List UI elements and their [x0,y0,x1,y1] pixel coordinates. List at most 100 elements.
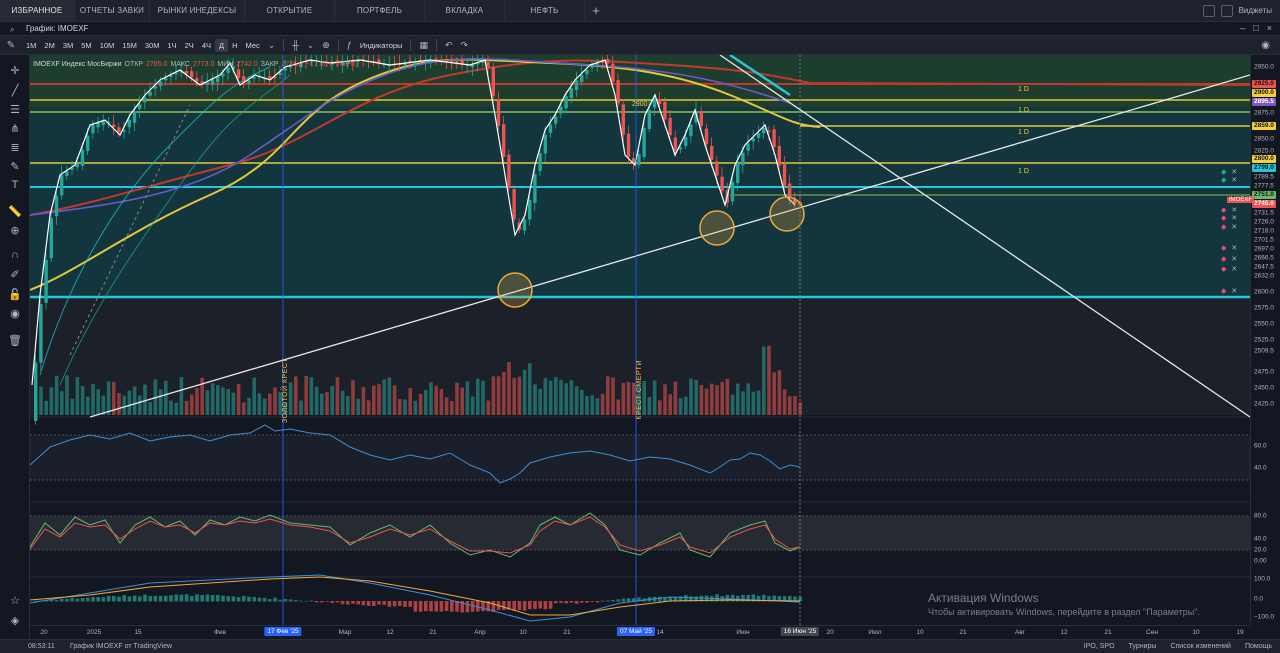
tab-tab[interactable]: Вкладка [425,0,505,21]
tf-5m[interactable]: 5М [77,39,95,52]
widgets-label[interactable]: Виджеты [1239,6,1272,15]
candle-body [585,69,589,75]
fib-icon[interactable]: ≣ [8,140,22,154]
text-icon[interactable]: T [8,178,22,192]
maximize-icon[interactable]: □ [1253,23,1258,33]
alert-row[interactable]: ◆ ✕ [1221,206,1237,214]
chevron-down-icon[interactable]: ⌄ [264,40,280,51]
macd-bar [377,601,381,605]
alert-row[interactable]: ◆ ✕ [1221,287,1237,295]
tf-2m[interactable]: 2М [40,39,58,52]
alert-row[interactable]: ◆ ✕ [1221,255,1237,263]
ipo-link[interactable]: IPO, SPO [1084,643,1115,650]
candles-icon[interactable]: ╫ [288,40,302,50]
templates-icon[interactable]: ▦ [415,40,432,51]
volume-bar [424,390,428,415]
tf-1h[interactable]: 1Ч [163,39,180,52]
tf-week[interactable]: Н [228,39,241,52]
chart-canvas[interactable] [30,55,1250,625]
price-axis[interactable]: 2950.0 2925.0 2900.0 2895.5 2875.0 2859.… [1250,55,1280,625]
chevron-down-icon[interactable]: ⌄ [303,40,319,51]
price-label: 2850.0 [1254,135,1274,143]
chart-attribution[interactable]: График IMOEXF от TradingView [70,643,172,650]
pencil-icon[interactable]: ✎ [0,40,22,51]
tf-day[interactable]: Д [214,38,229,52]
tf-2h[interactable]: 2Ч [181,39,198,52]
candle-body [153,86,157,89]
macd-bar [450,601,454,612]
volume-bar [574,386,579,415]
magnet-icon[interactable]: ∩ [8,248,22,262]
time-axis[interactable]: 20 2025 15 Фев 17 Фев '25 Мар 12 21 Апр … [30,625,1250,639]
widgets-icon[interactable] [1220,4,1233,17]
macd-bar [153,595,158,602]
price-label: 2777.5 [1254,182,1274,190]
eye-icon[interactable]: ◉ [8,306,22,320]
zoom-icon[interactable]: ⊕ [8,223,22,237]
volume-bar [455,382,459,415]
layout-icon[interactable] [1202,4,1215,17]
tf-3m[interactable]: 3М [59,39,77,52]
tab-oil[interactable]: НЕФТЬ [505,0,585,21]
alert-row[interactable]: ◆ ✕ [1221,176,1237,184]
candle-body [86,135,90,152]
crosshair-icon[interactable]: ✛ [8,63,22,77]
window-controls: – □ × [1240,23,1272,33]
macd-bar [517,601,522,610]
indicators-icon[interactable]: ƒ [343,40,356,50]
alert-row[interactable]: ◆ ✕ [1221,265,1237,273]
candle-body [548,124,553,133]
tf-month[interactable]: Мес [242,39,264,52]
tab-opening[interactable]: ОТКРЫТИЕ [245,0,335,21]
screenshot-icon[interactable]: ◉ [1261,40,1280,51]
candle-body [730,181,735,202]
trash-icon[interactable]: 🗑 [8,333,22,347]
tf-30m[interactable]: 30М [141,39,164,52]
alert-row[interactable]: ◆ ✕ [1221,168,1237,176]
candle-body [678,147,683,150]
help-link[interactable]: Помощь [1245,643,1272,650]
volume-bar [242,402,246,415]
candle-body [626,133,631,157]
candle-body [720,176,724,192]
stoch-label: 0.00 [1254,557,1267,565]
price-label: 2701.5 [1254,236,1274,244]
divider [283,39,285,51]
tab-portfolio[interactable]: ПОРТФЕЛЬ [335,0,425,21]
volume-bar [382,379,386,415]
trendline-icon[interactable]: ╱ [8,83,22,97]
tab-favorites[interactable]: Избранное [0,0,75,21]
pitchfork-icon[interactable]: ⋔ [8,121,22,135]
tf-4h[interactable]: 4Ч [198,39,215,52]
redo-icon[interactable]: ↷ [457,40,473,51]
changelog-link[interactable]: Список изменений [1170,643,1231,650]
brush-icon[interactable]: ✎ [8,159,22,173]
level-label: 1 D [1018,168,1029,175]
tf-10m[interactable]: 10М [96,39,119,52]
layers-icon[interactable]: ◈ [8,613,22,627]
tab-reports[interactable]: ОТЧЕТЫ ЗАВКИ [75,0,150,21]
undo-icon[interactable]: ↶ [441,40,457,51]
alert-row[interactable]: ◆ ✕ [1221,223,1237,231]
macd-bar [179,594,184,602]
time-label: 12 [386,629,394,636]
alert-row[interactable]: ◆ ✕ [1221,214,1237,222]
compare-icon[interactable]: ⊕ [318,40,334,51]
close-icon[interactable]: × [1267,23,1272,33]
lock-drawing-icon[interactable]: ✐ [8,267,22,281]
tf-15m[interactable]: 15М [118,39,141,52]
indicators-button[interactable]: Индикаторы [356,41,407,50]
ruler-icon[interactable]: 📏 [8,204,22,218]
hlines-icon[interactable]: ☰ [8,102,22,116]
symbol-name[interactable]: IMOEXF Индекс МосБиржи [33,61,122,68]
tab-markets[interactable]: РЫНКИ ИНЕДЕКСЫ [150,0,245,21]
tf-1m[interactable]: 1М [22,39,40,52]
lock-icon[interactable]: 🔓 [8,287,22,301]
search-icon[interactable]: ⌕ [10,25,14,35]
tournaments-link[interactable]: Турниры [1129,643,1157,650]
minimize-icon[interactable]: – [1240,23,1245,33]
add-tab-icon[interactable]: + [585,0,607,21]
volume-bar [502,371,506,415]
alert-row[interactable]: ◆ ✕ [1221,244,1237,252]
star-icon[interactable]: ☆ [8,593,22,607]
